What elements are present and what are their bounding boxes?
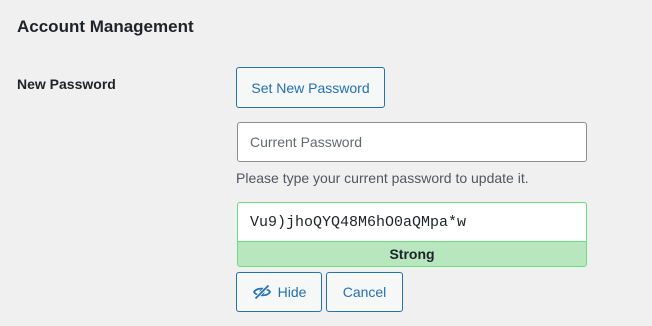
- hide-button-label: Hide: [277, 284, 307, 300]
- section-title: Account Management: [17, 17, 194, 36]
- new-password-input[interactable]: [237, 202, 587, 241]
- account-management-page: Account Management New Password Set New …: [0, 0, 652, 326]
- hide-password-button[interactable]: Hide: [236, 272, 322, 312]
- new-password-label: New Password: [17, 76, 116, 92]
- current-password-hint: Please type your current password to upd…: [236, 170, 529, 186]
- eye-slash-icon: [252, 282, 272, 302]
- cancel-button[interactable]: Cancel: [326, 272, 403, 312]
- current-password-input[interactable]: [237, 122, 587, 162]
- set-new-password-button[interactable]: Set New Password: [236, 67, 385, 108]
- password-strength-indicator: Strong: [237, 241, 587, 267]
